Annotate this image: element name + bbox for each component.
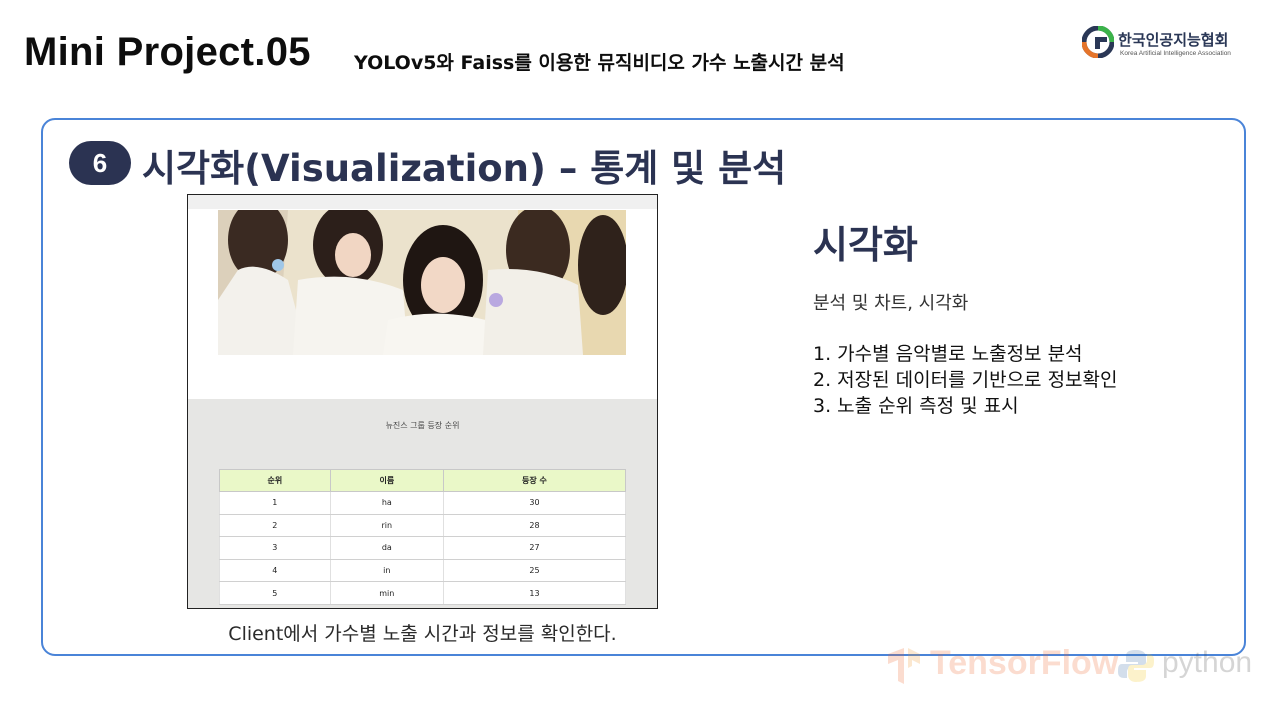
cell-count: 13 — [442, 581, 627, 605]
list-item: 2. 저장된 데이터를 기반으로 정보확인 — [813, 369, 1118, 391]
cell-rank: 5 — [219, 581, 331, 605]
tensorflow-icon — [888, 648, 920, 684]
table-row: 5 min 13 — [219, 581, 627, 605]
cell-count: 28 — [442, 514, 627, 538]
screenshot-caption: Client에서 가수별 노출 시간과 정보를 확인한다. — [228, 623, 617, 645]
page-title: Mini Project.05 — [24, 30, 311, 74]
page-subtitle: YOLOv5와 Faiss를 이용한 뮤직비디오 가수 노출시간 분석 — [354, 52, 845, 74]
python-icon — [1118, 650, 1154, 682]
cell-name: in — [329, 559, 444, 583]
section-title: 시각화(Visualization) – 통계 및 분석 — [142, 147, 787, 190]
table-header-row: 순위 이름 등장 수 — [219, 469, 627, 492]
cell-rank: 3 — [219, 536, 331, 560]
logo-name: 한국인공지능협회 — [1118, 31, 1229, 49]
client-screenshot: 뉴진스 그룹 등장 순위 순위 이름 등장 수 1 ha 30 2 rin 28… — [187, 194, 658, 609]
cell-count: 25 — [442, 559, 627, 583]
logo-english-name: Korea Artificial Intelligence Associatio… — [1120, 50, 1231, 57]
kaia-logo-icon — [1082, 26, 1114, 58]
tech-watermark: TensorFlow python — [884, 644, 1254, 688]
python-wordmark: python — [1162, 646, 1253, 679]
step-number-badge: 6 — [69, 141, 131, 185]
kaia-logo: 한국인공지능협회 Korea Artificial Intelligence A… — [1082, 26, 1252, 62]
cell-rank: 1 — [219, 491, 331, 515]
table-row: 2 rin 28 — [219, 514, 627, 538]
table-row: 1 ha 30 — [219, 491, 627, 515]
tensorflow-wordmark: TensorFlow — [930, 644, 1119, 682]
ranking-table: 순위 이름 등장 수 1 ha 30 2 rin 28 3 da 27 4 in… — [219, 469, 627, 605]
table-row: 4 in 25 — [219, 559, 627, 583]
feature-list: 1. 가수별 음악별로 노출정보 분석 2. 저장된 데이터를 기반으로 정보확… — [813, 341, 1118, 419]
column-header-count: 등장 수 — [442, 469, 627, 492]
list-item: 3. 노출 순위 측정 및 표시 — [813, 395, 1019, 417]
cell-name: rin — [329, 514, 444, 538]
column-header-rank: 순위 — [219, 469, 331, 492]
column-header-name: 이름 — [329, 469, 444, 492]
visualization-subtitle: 분석 및 차트, 시각화 — [813, 293, 969, 314]
cell-name: ha — [329, 491, 444, 515]
cell-name: min — [329, 581, 444, 605]
cell-rank: 4 — [219, 559, 331, 583]
cell-name: da — [329, 536, 444, 560]
cell-count: 27 — [442, 536, 627, 560]
list-item: 1. 가수별 음악별로 노출정보 분석 — [813, 343, 1083, 365]
visualization-heading: 시각화 — [813, 223, 918, 267]
table-row: 3 da 27 — [219, 536, 627, 560]
cell-count: 30 — [442, 491, 627, 515]
cell-rank: 2 — [219, 514, 331, 538]
screenshot-top-bar — [188, 195, 657, 209]
ranking-panel-title: 뉴진스 그룹 등장 순위 — [385, 421, 460, 430]
group-photo-banner — [218, 210, 626, 355]
